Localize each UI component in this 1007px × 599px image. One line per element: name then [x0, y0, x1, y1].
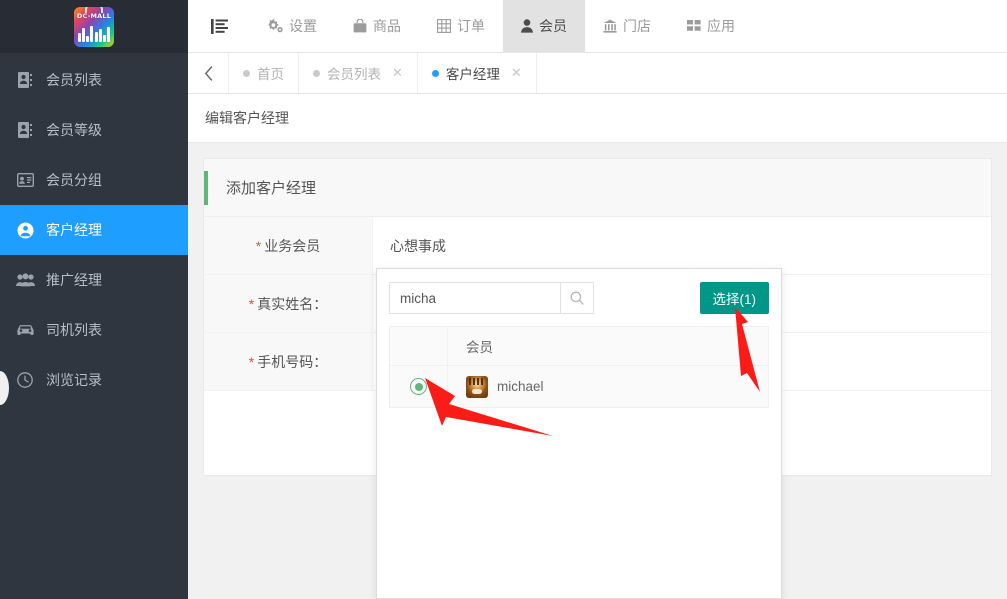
- car-icon: [14, 324, 36, 337]
- tab-status-dot: [313, 69, 320, 77]
- close-icon[interactable]: ✕: [392, 65, 403, 81]
- chevron-left-icon[interactable]: [188, 53, 229, 93]
- form-label: * 业务会员: [204, 217, 373, 274]
- sidebar-nav: 会员列表 会员等级 会员分组 客户经理 推广经理 司机列表 浏览记录: [0, 53, 188, 405]
- sidebar-item-label: 司机列表: [46, 322, 102, 338]
- topnav-item-stores[interactable]: 门店: [585, 0, 669, 52]
- id-card-icon: [14, 173, 36, 187]
- topnav-item-label: 门店: [623, 18, 651, 34]
- row-select-cell[interactable]: [390, 366, 448, 407]
- card-title: 添加客户经理: [204, 159, 991, 217]
- topnav-item-label: 应用: [707, 18, 735, 34]
- avatar: [466, 375, 488, 398]
- gears-icon: [268, 19, 283, 33]
- table-header-select: [390, 327, 448, 365]
- topnav-item-members[interactable]: 会员: [503, 0, 585, 52]
- sidebar-item-browse-history[interactable]: 浏览记录: [0, 355, 188, 405]
- tab-label: 首页: [257, 67, 284, 82]
- required-marker: *: [255, 237, 262, 254]
- contact-book-icon: [14, 72, 36, 88]
- sidebar-item-label: 推广经理: [46, 272, 102, 288]
- user-circle-icon: [14, 222, 36, 239]
- sidebar-item-member-group[interactable]: 会员分组: [0, 155, 188, 205]
- topnav-item-label: 设置: [289, 18, 317, 34]
- users-group-icon: [14, 273, 36, 287]
- search-group: [389, 282, 594, 314]
- topnav-item-orders[interactable]: 订单: [419, 0, 503, 52]
- sidebar-item-label: 客户经理: [46, 222, 102, 238]
- dc-mall-logo-icon: DC-MALL: [74, 6, 114, 47]
- sidebar-item-member-list[interactable]: 会员列表: [0, 55, 188, 105]
- logo-bars: [78, 25, 110, 42]
- form-label-text: 业务会员: [264, 237, 321, 254]
- form-row-business-member: * 业务会员 心想事成: [204, 217, 991, 275]
- topnav-item-apps[interactable]: 应用: [669, 0, 753, 52]
- topnav-item-settings[interactable]: 设置: [250, 0, 335, 52]
- top-navigation-bar: 设置 商品 订单 会员 门店 应用: [188, 0, 1007, 53]
- required-marker: *: [248, 295, 255, 312]
- app-root: DC-MALL 会员列表 会员等级 会员分组 客户经理 推广经理 司机列表 浏览…: [0, 0, 1007, 599]
- member-picker-popup: 选择(1) 会员 michael: [376, 268, 782, 599]
- form-label: * 真实姓名：: [204, 275, 373, 332]
- tab-home[interactable]: 首页: [229, 53, 299, 93]
- form-label: * 手机号码：: [204, 333, 373, 390]
- member-name: michael: [497, 379, 544, 394]
- page-title: 编辑客户经理: [188, 94, 1007, 143]
- table-header-member: 会员: [466, 340, 493, 355]
- confirm-select-button[interactable]: 选择(1): [699, 282, 769, 314]
- menu-toggle-icon[interactable]: [188, 0, 250, 52]
- sidebar-item-label: 浏览记录: [46, 372, 102, 388]
- sidebar-item-label: 会员等级: [46, 122, 102, 138]
- tab-label: 会员列表: [327, 67, 381, 82]
- sidebar-item-account-manager[interactable]: 客户经理: [0, 205, 188, 255]
- sidebar-item-promotion-manager[interactable]: 推广经理: [0, 255, 188, 305]
- sidebar-item-label: 会员列表: [46, 72, 102, 88]
- member-results-table: 会员 michael: [389, 326, 769, 408]
- close-icon[interactable]: ✕: [511, 65, 522, 81]
- sidebar-item-label: 会员分组: [46, 172, 102, 188]
- tab-status-dot: [431, 69, 439, 77]
- contact-book-icon: [14, 122, 36, 138]
- clock-icon: [14, 372, 36, 388]
- sidebar-item-driver-list[interactable]: 司机列表: [0, 305, 188, 355]
- topnav-item-products[interactable]: 商品: [335, 0, 419, 52]
- sidebar-item-member-level[interactable]: 会员等级: [0, 105, 188, 155]
- tab-account-manager[interactable]: 客户经理 ✕: [418, 53, 537, 93]
- bag-icon: [353, 19, 367, 33]
- table-icon: [437, 19, 451, 33]
- search-input[interactable]: [389, 282, 560, 314]
- logo-bag-handle: [85, 6, 103, 13]
- radio-selected-icon[interactable]: [410, 378, 427, 395]
- row-member-cell: michael: [448, 375, 768, 398]
- tab-label: 客户经理: [445, 67, 500, 82]
- topnav-item-label: 会员: [539, 18, 567, 34]
- tab-status-dot: [243, 69, 250, 77]
- logo-container[interactable]: DC-MALL: [0, 0, 188, 53]
- form-label-text: 手机号码：: [257, 353, 328, 370]
- table-row[interactable]: michael: [390, 366, 768, 408]
- tab-member-list[interactable]: 会员列表 ✕: [299, 53, 418, 93]
- sidebar: DC-MALL 会员列表 会员等级 会员分组 客户经理 推广经理 司机列表 浏览…: [0, 0, 188, 599]
- table-header-row: 会员: [390, 327, 768, 366]
- user-icon: [521, 19, 533, 33]
- picker-toolbar: 选择(1): [377, 269, 781, 326]
- form-label-text: 真实姓名：: [257, 295, 328, 312]
- logo-brand-text: DC-MALL: [76, 11, 112, 20]
- grid-icon: [687, 19, 701, 33]
- business-member-value[interactable]: 心想事成: [373, 217, 991, 274]
- required-marker: *: [248, 353, 255, 370]
- bank-icon: [603, 19, 617, 33]
- tab-bar: 首页 会员列表 ✕ 客户经理 ✕: [188, 53, 1007, 94]
- search-icon[interactable]: [560, 282, 594, 314]
- topnav-item-label: 商品: [373, 18, 401, 34]
- topnav-item-label: 订单: [457, 18, 485, 34]
